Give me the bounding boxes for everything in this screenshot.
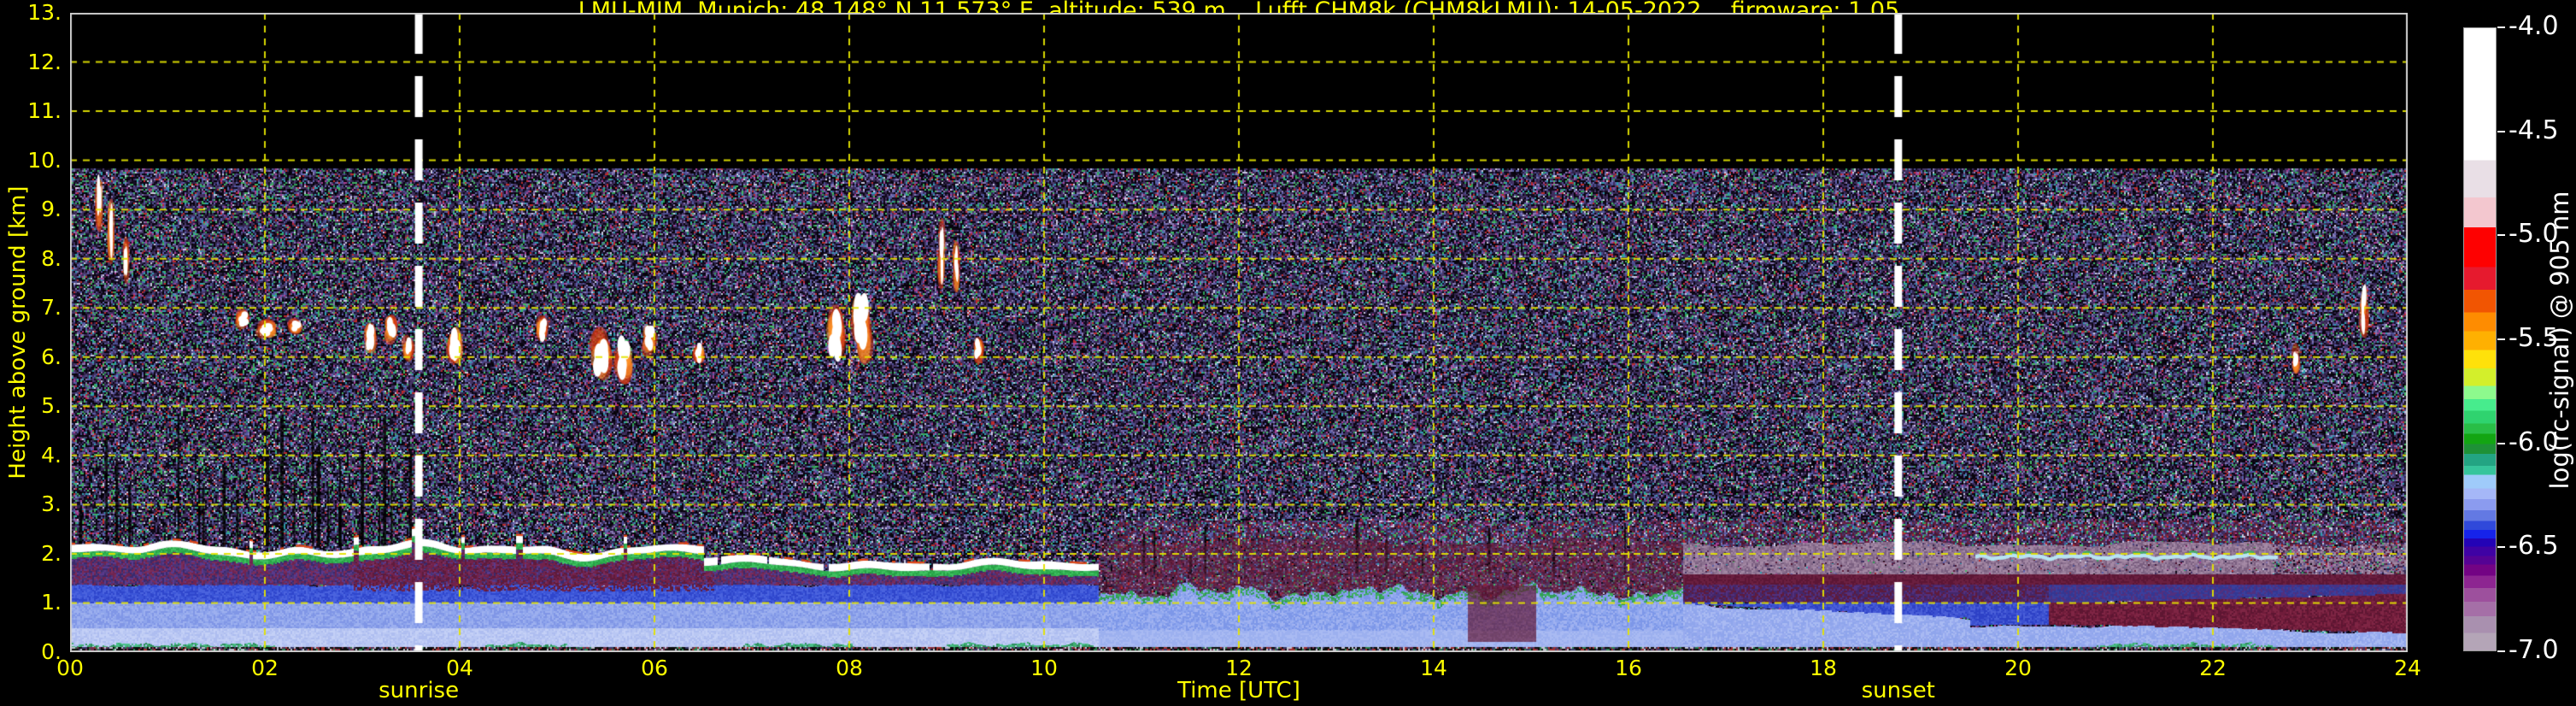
y-tick-label: 9. (41, 197, 62, 222)
y-tick-label: 12. (27, 49, 62, 74)
x-tick-label: 18 (1810, 656, 1837, 680)
y-tick-label: 11. (27, 98, 62, 124)
y-tick-label: 4. (41, 442, 62, 468)
colorbar-tick-mark (2497, 338, 2505, 340)
y-tick-label: 6. (41, 344, 62, 369)
colorbar-tick-label: -4.0 (2509, 11, 2559, 41)
y-tick-label: 10. (27, 147, 62, 173)
ceilometer-heatmap-canvas (70, 13, 2408, 652)
y-tick-label: 2. (41, 540, 62, 566)
x-tick-label: 02 (251, 656, 279, 680)
x-tick-label: 24 (2394, 656, 2421, 680)
y-tick-label: 5. (41, 393, 62, 419)
x-tick-label: 04 (446, 656, 473, 680)
colorbar-tick-mark (2497, 650, 2505, 652)
y-tick-label: 7. (41, 295, 62, 321)
colorbar-tick-mark (2497, 442, 2505, 444)
y-tick-label: 1. (41, 590, 62, 615)
colorbar-tick-label: -7.0 (2509, 635, 2559, 665)
x-tick-label: 14 (1420, 656, 1447, 680)
y-tick-label: 0. (41, 639, 62, 664)
y-axis-label: Height above ground [km] (5, 185, 31, 479)
x-tick-label: 22 (2199, 656, 2227, 680)
x-tick-label: 10 (1030, 656, 1058, 680)
y-tick-label: 13. (27, 0, 62, 25)
x-tick-label: 06 (641, 656, 668, 680)
colorbar-tick-mark (2497, 130, 2505, 132)
x-tick-label: 20 (2004, 656, 2032, 680)
colorbar (2463, 27, 2497, 651)
x-tick-label: 16 (1615, 656, 1642, 680)
y-tick-label: 8. (41, 245, 62, 271)
colorbar-tick-mark (2497, 26, 2505, 28)
sun-event-label-sunset: sunset (1861, 678, 1935, 703)
x-tick-label: 08 (836, 656, 863, 680)
colorbar-tick-mark (2497, 546, 2505, 549)
colorbar-tick-mark (2497, 234, 2505, 237)
ceilometer-quicklook-page: { "background_color": "#000000", "text_c… (0, 0, 2576, 706)
x-tick-label: 12 (1225, 656, 1253, 680)
y-tick-label: 3. (41, 491, 62, 517)
sun-event-label-sunrise: sunrise (378, 678, 460, 703)
colorbar-label: log(rc-signal) @ 905 nm (2545, 191, 2574, 490)
